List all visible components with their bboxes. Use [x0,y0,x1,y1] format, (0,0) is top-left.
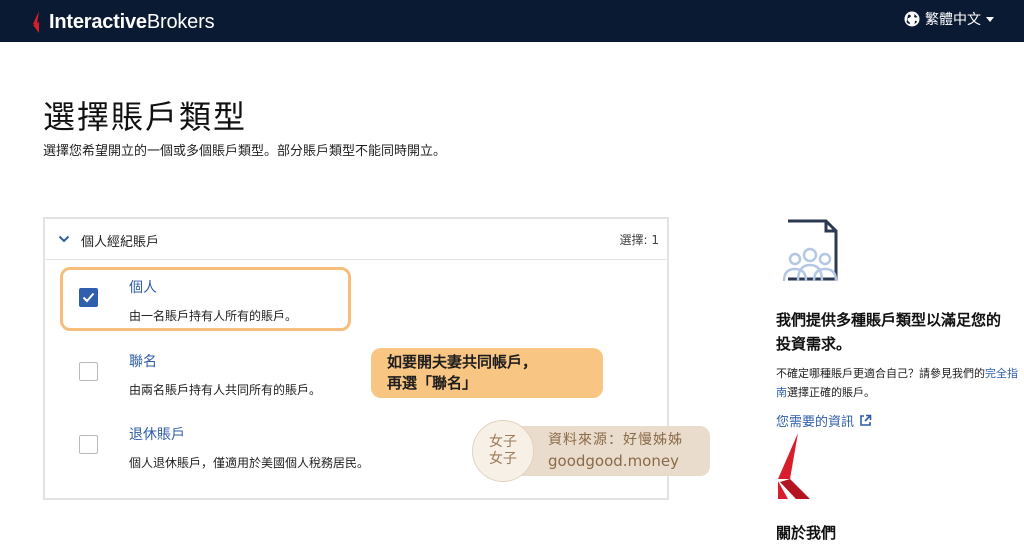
seal-text: 女子 [489,451,517,467]
language-label: 繁體中文 [925,12,981,28]
watermark-url: goodgood.money [548,452,679,470]
ib-logo-icon [33,11,39,33]
about-us-heading: 關於我們 [776,524,837,542]
ib-brand-mark-icon [778,433,810,499]
account-option-retirement[interactable]: 退休賬戶 個人退休賬戶，僅適用於美國個人稅務居民。 [63,416,369,476]
callout-line: 再選「聯名」 [387,374,478,392]
panel-header[interactable]: 個人經紀賬戶 選擇: 1 [45,219,667,260]
interactive-brokers-logo[interactable]: InteractiveBrokers [30,8,215,36]
option-label[interactable]: 退休賬戶 [129,424,185,444]
globe-icon [904,11,920,27]
option-description: 個人退休賬戶，僅適用於美國個人稅務居民。 [129,456,370,470]
watermark-source: 資料來源：好慢姊姊 [548,432,683,448]
sidebar-text: 不確定哪種賬戶更適合自己？請參見我們的完全指南選擇正確的賬戶。 [776,364,1024,402]
panel-title: 個人經紀賬戶 [81,235,160,250]
info-link-label: 您需要的資訊 [776,415,855,430]
sidebar-text-part: 選擇正確的賬戶。 [787,386,875,399]
chevron-down-icon [986,16,994,22]
account-types-illustration-icon [782,219,838,282]
seal-text: 女子 [489,434,517,450]
callout-line: 如要開夫妻共同帳戶， [387,353,538,371]
option-description: 由兩名賬戶持有人共同所有的賬戶。 [129,383,322,397]
option-label[interactable]: 聯名 [129,351,157,371]
page-title: 選擇賬戶類型 [43,98,248,136]
sidebar-text-part: 不確定哪種賬戶更適合自己？請參見我們的 [776,367,985,380]
annotation-callout: 如要開夫妻共同帳戶， 再選「聯名」 [371,348,603,398]
page-subtitle: 選擇您希望開立的一個或多個賬戶類型。部分賬戶類型不能同時開立。 [43,144,447,159]
source-watermark: 女子 女子 資料來源：好慢姊姊 goodgood.money [472,420,710,482]
account-option-joint[interactable]: 聯名 由兩名賬戶持有人共同所有的賬戶。 [63,343,351,403]
top-navigation-bar: InteractiveBrokers 繁體中文 [0,0,1024,42]
watermark-seal: 女子 女子 [472,420,534,482]
checkbox-joint[interactable] [79,362,98,381]
logo-text: InteractiveBrokers [49,10,215,33]
selection-count: 選擇: 1 [619,233,660,247]
checkbox-retirement[interactable] [79,435,98,454]
info-link[interactable]: 您需要的資訊 [776,411,872,430]
external-link-icon [860,414,872,426]
chevron-down-icon [58,235,70,243]
language-selector[interactable]: 繁體中文 [904,9,994,29]
highlight-frame [60,267,351,331]
sidebar-heading: 我們提供多種賬戶類型以滿足您的投資需求。 [776,311,1002,353]
